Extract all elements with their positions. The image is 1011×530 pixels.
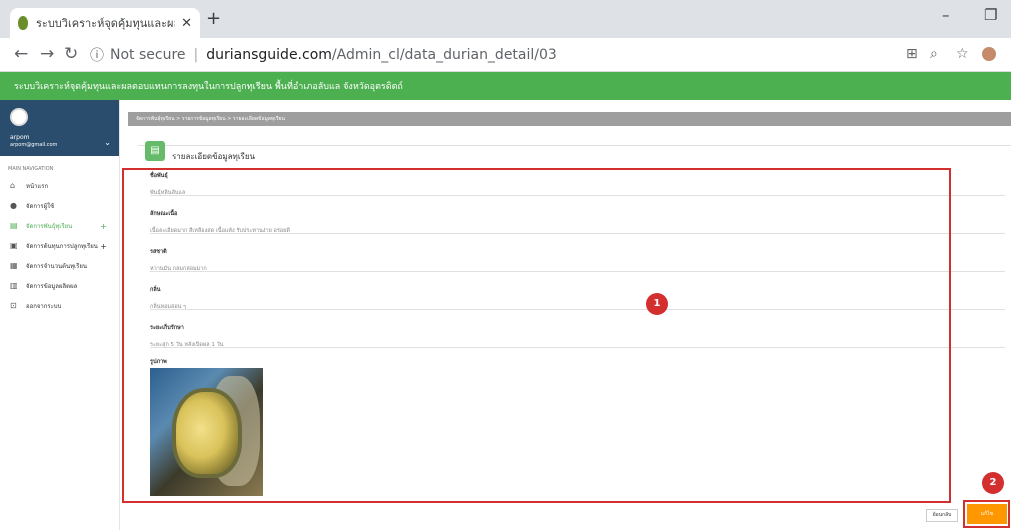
chevron-down-icon[interactable]: ⌄ bbox=[104, 138, 111, 147]
highlight-box-detail bbox=[122, 168, 951, 503]
browser-tab[interactable]: ระบบวิเคราะห์จุดคุ้มทุนและผลตอบแทน ✕ bbox=[10, 8, 200, 38]
sidebar-item-label: จัดการข้อมูลผลิตผล bbox=[26, 283, 78, 290]
home-icon: ⌂ bbox=[10, 181, 16, 190]
zoom-icon[interactable]: ⌕ bbox=[930, 46, 938, 62]
sidebar-item-tree-count[interactable]: ▦ จัดการจำนวนต้นทุเรียน bbox=[0, 256, 119, 276]
security-label: Not secure bbox=[110, 47, 186, 63]
address-bar: ← → ↻ ⓘ Not secure | duriansguide.com /A… bbox=[0, 38, 1011, 72]
sidebar-item-label: จัดการต้นทุนการปลูกทุเรียน bbox=[26, 243, 98, 250]
nav-header: MAIN NAVIGATION bbox=[8, 166, 54, 172]
profile-avatar-icon[interactable] bbox=[982, 47, 996, 61]
app-title: ระบบวิเคราะห์จุดคุ้มทุนและผลตอบแทนการลงท… bbox=[14, 82, 403, 92]
sidebar-item-label: จัดการจำนวนต้นทุเรียน bbox=[26, 263, 87, 270]
restore-icon[interactable]: ❐ bbox=[984, 6, 997, 24]
minimize-icon[interactable]: – bbox=[942, 6, 950, 24]
list-icon: ▤ bbox=[10, 221, 18, 230]
sidebar-item-home[interactable]: ⌂ หน้าแรก bbox=[0, 176, 119, 196]
document-icon: ▤ bbox=[145, 141, 165, 161]
sidebar-item-produce-data[interactable]: ▥ จัดการข้อมูลผลิตผล bbox=[0, 276, 119, 296]
forward-arrow-icon[interactable]: → bbox=[40, 44, 54, 64]
sidebar-item-label: หน้าแรก bbox=[26, 183, 49, 190]
user-icon: ● bbox=[10, 201, 17, 210]
info-icon[interactable]: ⓘ bbox=[90, 45, 104, 65]
url-field[interactable]: ⓘ Not secure | duriansguide.com /Admin_c… bbox=[90, 43, 880, 67]
sidebar-item-label: จัดการผู้ใช้ bbox=[26, 203, 55, 210]
browser-tab-bar: ระบบวิเคราะห์จุดคุ้มทุนและผลตอบแทน ✕ + –… bbox=[0, 0, 1011, 38]
card-title: รายละเอียดข้อมูลทุเรียน bbox=[172, 152, 256, 161]
annotation-badge-2: 2 bbox=[982, 472, 1004, 494]
url-host: duriansguide.com bbox=[206, 47, 332, 63]
sidebar-item-label: ออกจากระบบ bbox=[26, 303, 62, 310]
table-icon: ▦ bbox=[10, 261, 18, 270]
calc-icon: ▣ bbox=[10, 241, 18, 250]
app-header: ระบบวิเคราะห์จุดคุ้มทุนและผลตอบแทนการลงท… bbox=[0, 72, 1011, 100]
close-tab-icon[interactable]: ✕ bbox=[181, 16, 192, 31]
logout-icon: ⊡ bbox=[10, 301, 17, 310]
new-tab-button[interactable]: + bbox=[206, 8, 221, 29]
user-email: arpom@gmail.com bbox=[10, 142, 58, 148]
sidebar-item-durian-varieties[interactable]: ▤ จัดการพันธุ์ทุเรียน + bbox=[0, 216, 119, 236]
back-button[interactable]: ย้อนกลับ bbox=[926, 509, 958, 522]
sidebar-item-users[interactable]: ● จัดการผู้ใช้ bbox=[0, 196, 119, 216]
sidebar-item-label: จัดการพันธุ์ทุเรียน bbox=[26, 223, 73, 230]
expand-plus-icon[interactable]: + bbox=[100, 222, 107, 231]
sidebar-item-logout[interactable]: ⊡ ออกจากระบบ bbox=[0, 296, 119, 316]
back-arrow-icon[interactable]: ← bbox=[14, 44, 28, 64]
annotation-badge-1: 1 bbox=[646, 293, 668, 315]
user-panel: arpom arpom@gmail.com ⌄ bbox=[0, 100, 119, 156]
reload-icon[interactable]: ↻ bbox=[64, 44, 78, 64]
breadcrumb: จัดการพันธุ์ทุเรียน > รายการข้อมูลทุเรีย… bbox=[128, 112, 1011, 126]
expand-plus-icon[interactable]: + bbox=[100, 242, 107, 251]
breadcrumb-text[interactable]: จัดการพันธุ์ทุเรียน > รายการข้อมูลทุเรีย… bbox=[136, 115, 285, 123]
durian-favicon-icon bbox=[18, 16, 28, 30]
url-path: /Admin_cl/data_durian_detail/03 bbox=[331, 47, 557, 63]
user-name: arpom bbox=[10, 134, 30, 141]
chart-icon: ▥ bbox=[10, 281, 18, 290]
user-avatar-icon bbox=[10, 108, 28, 126]
tab-title: ระบบวิเคราะห์จุดคุ้มทุนและผลตอบแทน bbox=[36, 17, 175, 30]
highlight-box-edit bbox=[963, 500, 1010, 528]
sidebar-item-planting-cost[interactable]: ▣ จัดการต้นทุนการปลูกทุเรียน + bbox=[0, 236, 119, 256]
translate-icon[interactable]: ⊞ bbox=[906, 46, 918, 62]
sidebar: arpom arpom@gmail.com ⌄ MAIN NAVIGATION … bbox=[0, 100, 120, 530]
bookmark-star-icon[interactable]: ☆ bbox=[956, 46, 969, 62]
